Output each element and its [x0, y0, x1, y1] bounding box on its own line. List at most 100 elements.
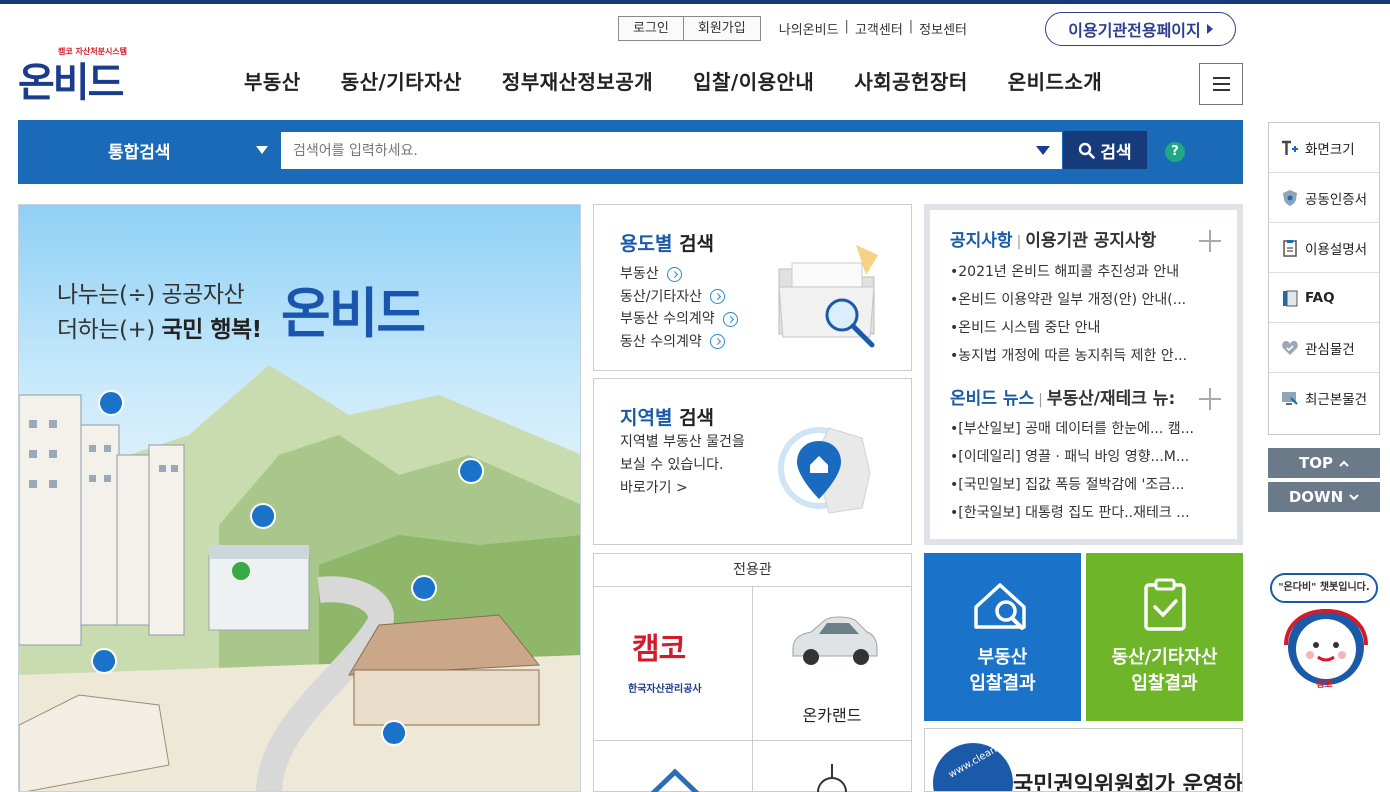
separator: |: [908, 19, 914, 34]
clean-portal-banner[interactable]: www.clean.go 국민권익위원회가 운영하는: [924, 728, 1243, 792]
use-search-title-rest: 검색: [672, 233, 715, 255]
hero-headline-2b: 국민 행복!: [161, 317, 263, 343]
scroll-top-button[interactable]: TOP: [1268, 448, 1380, 478]
plus-icon[interactable]: [1199, 388, 1221, 410]
notice-tabs: 공지사항 | 이용기관 공지사항: [950, 226, 1156, 251]
chevron-right-icon: [1206, 24, 1213, 34]
kamco-link[interactable]: 캠코 한국자산관리공사: [594, 588, 752, 740]
tab-realestate-news[interactable]: 부동산/재테크 뉴:: [1047, 389, 1175, 409]
onbid-logo[interactable]: 캠코 자산처분시스템 온비드: [18, 46, 143, 106]
dedicated-title: 전용관: [594, 554, 911, 587]
quick-recent[interactable]: 최근본물건: [1269, 373, 1379, 423]
hero-headline-2: 더하는(+) 국민 행복!: [57, 310, 262, 344]
caret-down-icon[interactable]: [256, 146, 268, 154]
search-category-select[interactable]: 통합검색: [108, 138, 171, 163]
separator: |: [1038, 392, 1043, 408]
shield-icon: [1283, 189, 1297, 206]
separator: |: [844, 19, 849, 34]
divider: [594, 740, 911, 741]
quick-manual[interactable]: 이용설명서: [1269, 223, 1379, 273]
quick-faq[interactable]: FAQ: [1269, 273, 1379, 323]
region-search-go-link[interactable]: 바로가기 >: [620, 477, 745, 500]
kamco-logo: 캠코: [632, 632, 686, 667]
magnifier-icon: [1079, 142, 1096, 159]
use-link-movable-private[interactable]: 동산 수의계약: [620, 331, 738, 354]
nav-social-market[interactable]: 사회공헌장터: [854, 66, 967, 95]
circle-arrow-icon: [710, 289, 725, 305]
use-link-realestate[interactable]: 부동산: [620, 263, 738, 286]
list-item[interactable]: •온비드 이용약관 일부 개정(안) 안내(...: [950, 286, 1222, 314]
quick-text-size[interactable]: 화면크기: [1269, 123, 1379, 173]
logo-text: 온비드: [18, 60, 124, 106]
tab-notice[interactable]: 공지사항: [950, 231, 1013, 251]
region-search-title: 지역별 검색: [620, 403, 714, 430]
search-dropdown-caret-icon[interactable]: [1036, 146, 1050, 155]
tab-onbid-news[interactable]: 온비드 뉴스: [950, 389, 1034, 409]
kamco-subtitle: 한국자산관리공사: [628, 684, 702, 695]
search-input[interactable]: [281, 132, 1062, 169]
clean-badge: www.clean.go: [933, 736, 1013, 791]
news-list: •[부산일보] 공매 데이터를 한눈에... 캠... •[이데일리] 영끌 ·…: [950, 415, 1222, 527]
search-button[interactable]: 검색: [1063, 131, 1147, 169]
house-outline-icon: [650, 768, 700, 792]
movable-bid-result-label: 동산/기타자산 입찰결과: [1111, 647, 1218, 694]
banner-text: 국민권익위원회가 운영하는: [1013, 773, 1243, 792]
utility-bar: 로그인 회원가입 나의온비드 | 고객센터 | 정보센터: [618, 16, 967, 41]
nav-gov-property[interactable]: 정부재산정보공개: [502, 66, 653, 95]
institution-page-button[interactable]: 이용기관전용페이지: [1045, 12, 1236, 46]
list-item[interactable]: •[국민일보] 집값 폭등 절박감에 '조금...: [950, 471, 1222, 499]
quick-certificate[interactable]: 공동인증서: [1269, 173, 1379, 223]
use-search-links: 부동산 동산/기타자산 부동산 수의계약 동산 수의계약: [620, 263, 738, 353]
list-item[interactable]: •[이데일리] 영끌 · 패닉 바잉 영향...M...: [950, 443, 1222, 471]
search-bar: 통합검색 검색 ?: [18, 120, 1243, 184]
nav-about[interactable]: 온비드소개: [1008, 66, 1103, 95]
hero-banner[interactable]: 나누는(÷) 공공자산 더하는(+) 국민 행복! 온비드: [18, 204, 581, 792]
realestate-bid-result-label: 부동산 입찰결과: [969, 647, 1036, 694]
list-item[interactable]: •[부산일보] 공매 데이터를 한눈에... 캠...: [950, 415, 1222, 443]
tab-institution-notice[interactable]: 이용기관 공지사항: [1025, 231, 1156, 251]
nav-realestate[interactable]: 부동산: [244, 66, 301, 95]
list-item[interactable]: •[한국일보] 대통령 집도 판다..재테크 ...: [950, 499, 1222, 527]
search-button-label: 검색: [1100, 142, 1132, 163]
hero-headline-2a: 더하는(+): [57, 317, 162, 343]
separator: |: [1016, 234, 1022, 250]
list-item[interactable]: •농지법 개정에 따른 농지취득 제한 안...: [950, 342, 1222, 370]
list-item[interactable]: •온비드 시스템 중단 안내: [950, 314, 1222, 342]
customer-center-link[interactable]: 고객센터: [855, 19, 903, 38]
use-link-realestate-private[interactable]: 부동산 수의계약: [620, 308, 738, 331]
plus-icon[interactable]: [1199, 230, 1221, 252]
hamburger-icon: [1212, 77, 1230, 79]
auth-box: 로그인 회원가입: [618, 16, 761, 41]
top-accent-line: [0, 0, 1390, 4]
info-center-link[interactable]: 정보센터: [919, 19, 967, 38]
hamburger-menu-button[interactable]: [1199, 63, 1243, 105]
list-item[interactable]: •2021년 온비드 해피콜 추진성과 안내: [950, 258, 1222, 286]
folder-search-icon: [778, 245, 878, 348]
signup-link[interactable]: 회원가입: [682, 17, 760, 40]
clipboard-icon: [1283, 239, 1297, 257]
book-icon: [1283, 290, 1298, 306]
my-onbid-link[interactable]: 나의온비드: [779, 19, 839, 38]
heart-icon: [1282, 340, 1298, 355]
help-icon[interactable]: ?: [1165, 142, 1185, 162]
region-search-title-accent: 지역별: [620, 407, 673, 429]
hero-onbid-logo: 온비드: [281, 282, 426, 345]
dedicated-panel: 전용관 캠코 한국자산관리공사 온카랜드: [593, 553, 912, 792]
hero-headline-1: 나누는(÷) 공공자산: [57, 282, 245, 308]
text-size-icon: [1282, 140, 1298, 155]
quick-interest[interactable]: 관심물건: [1269, 323, 1379, 373]
main-navigation: 부동산 동산/기타자산 정부재산정보공개 입찰/이용안내 사회공헌장터 온비드소…: [244, 66, 1142, 95]
login-link[interactable]: 로그인: [619, 17, 683, 40]
institution-page-label: 이용기관전용페이지: [1068, 21, 1201, 40]
nav-bid-guide[interactable]: 입찰/이용안내: [693, 66, 814, 95]
oncarland-label: 온카랜드: [802, 706, 862, 725]
oncarland-link[interactable]: 온카랜드: [753, 588, 911, 740]
scroll-down-button[interactable]: DOWN: [1268, 482, 1380, 512]
chevron-up-icon: [1339, 460, 1349, 467]
nav-movable[interactable]: 동산/기타자산: [341, 66, 462, 95]
realestate-bid-result-tile[interactable]: 부동산 입찰결과: [924, 553, 1081, 721]
chatbot-button[interactable]: "온다비" 챗봇입니다. 캠코: [1266, 573, 1382, 693]
movable-bid-result-tile[interactable]: 동산/기타자산 입찰결과: [1086, 553, 1243, 721]
use-link-movable[interactable]: 동산/기타자산: [620, 286, 738, 309]
monitor-icon: [1282, 392, 1298, 405]
